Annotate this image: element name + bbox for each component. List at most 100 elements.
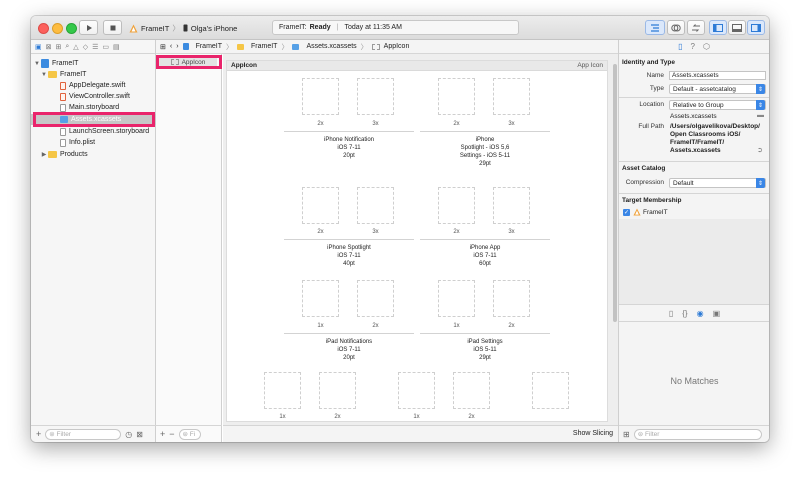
group-divider [284,131,414,132]
scale-label: 2x [468,414,475,420]
issue-tab-icon[interactable]: △ [73,43,78,51]
tree-item-viewcontroller[interactable]: ViewController.swift [31,91,156,102]
caption-line: 20pt [343,153,355,159]
grid-view-icon[interactable]: ⊞ [623,430,630,439]
tree-item-infoplist[interactable]: Info.plist [31,137,156,148]
tree-item-products[interactable]: ▶ Products [31,149,156,160]
close-window-button[interactable] [38,23,49,34]
vertical-scrollbar[interactable] [613,64,617,322]
disclosure-icon[interactable]: ▼ [33,61,41,67]
attributes-tab-icon[interactable]: ⬡ [703,42,710,51]
popup-value: Default - assetcatalog [673,85,736,93]
library-tabs: ▯ {} ◉ ▣ [619,306,769,320]
icon-slot-2x[interactable] [438,187,475,224]
icon-slot-2x[interactable] [319,372,356,409]
asset-item-appicon[interactable]: AppIcon [159,58,217,66]
disclosure-icon[interactable]: ▶ [40,151,48,158]
name-field[interactable]: Assets.xcassets [669,71,766,80]
appicon-set-icon [371,43,380,50]
tree-item-group[interactable]: ▼ FrameIT [31,69,156,80]
symbol-tab-icon[interactable]: ⊞ [56,43,62,51]
tree-item-launchscreen[interactable]: LaunchScreen.storyboard [31,126,156,137]
tree-item-project[interactable]: ▼ FrameIT [31,58,156,69]
toggle-debug-button[interactable] [728,20,746,35]
location-popup[interactable]: Relative to Group ⇕ [669,100,766,110]
show-slicing-button[interactable]: Show Slicing [573,430,613,437]
back-icon[interactable]: ‹ [170,43,172,50]
stop-button[interactable] [103,20,122,35]
add-icon[interactable]: + [36,429,41,439]
icon-slot[interactable] [532,372,569,409]
project-navigator-tab-icon[interactable]: ▣ [35,43,42,51]
compression-popup[interactable]: Default ⇕ [669,178,766,188]
group-divider [420,239,550,240]
tree-item-assets[interactable]: Assets.xcassets [31,114,156,125]
folder-icon [48,151,57,158]
quick-help-tab-icon[interactable]: ? [690,42,694,51]
icon-slot-2x[interactable] [357,280,394,317]
forward-icon[interactable]: › [176,43,178,50]
find-tab-icon[interactable]: ⌕ [65,43,69,51]
minimize-window-button[interactable] [52,23,63,34]
icon-slot-3x[interactable] [493,187,530,224]
scale-label: 2x [508,323,515,329]
folder-icon[interactable]: ▬ [757,112,764,119]
icon-slot-1x[interactable] [302,280,339,317]
standard-editor-button[interactable] [645,20,665,35]
zoom-window-button[interactable] [66,23,77,34]
group-caption: iPhone App iOS 7-11 60pt [420,244,550,268]
disclosure-icon[interactable]: ▼ [40,72,48,78]
icon-slot-2x[interactable] [493,280,530,317]
remove-asset-icon[interactable]: − [169,429,174,439]
run-button[interactable] [79,20,98,35]
breakpoint-tab-icon[interactable]: ▭ [102,43,109,51]
reveal-in-finder-icon[interactable]: ➲ [757,146,763,154]
scale-label: 2x [453,121,460,127]
toggle-inspector-button[interactable] [747,20,765,35]
navigator-filter-field[interactable]: ⊜ Filter [45,428,122,440]
asset-filter-field[interactable]: ⊜ Fi [178,428,201,440]
scale-label: 1x [317,323,324,329]
media-library-icon[interactable]: ▣ [713,309,721,318]
file-template-icon[interactable]: ▯ [669,309,673,318]
type-popup[interactable]: Default - assetcatalog ⇕ [669,84,766,94]
report-tab-icon[interactable]: ▤ [113,43,120,51]
tree-item-appdelegate[interactable]: AppDelegate.swift [31,80,156,91]
breadcrumb-catalog[interactable]: Assets.xcassets [306,43,356,50]
version-editor-button[interactable] [687,20,705,35]
icon-slot-3x[interactable] [493,78,530,115]
breadcrumb-appicon[interactable]: AppIcon [384,43,410,50]
scheme-selector[interactable]: FrameIT 〉 Olga's iPhone [129,21,237,35]
add-asset-icon[interactable]: + [160,429,165,439]
test-tab-icon[interactable]: ◇ [83,43,88,51]
library-filter-field[interactable]: ⊜ Filter [633,428,762,440]
tree-item-main-storyboard[interactable]: Main.storyboard [31,102,156,113]
icon-slot-2x[interactable] [438,78,475,115]
back-arrows-icon [692,23,700,32]
icon-slot-3x[interactable] [357,187,394,224]
scm-filter-icon[interactable]: ⊠ [136,430,143,439]
breadcrumb-project[interactable]: FrameIT [196,43,222,50]
play-icon [86,24,92,31]
breadcrumb-group[interactable]: FrameIT [251,43,277,50]
group-divider [284,333,414,334]
assistant-editor-button[interactable] [667,20,685,35]
toggle-navigator-button[interactable] [709,20,727,35]
filter-icon: ⊜ [49,431,57,438]
icon-slot-2x[interactable] [453,372,490,409]
icon-slot-1x[interactable] [398,372,435,409]
source-control-tab-icon[interactable]: ⊠ [46,43,52,51]
file-inspector-tab-icon[interactable]: ▯ [678,42,682,51]
code-snippet-icon[interactable]: {} [682,309,687,318]
icon-slot-3x[interactable] [357,78,394,115]
icon-slot-2x[interactable] [302,187,339,224]
icon-slot-1x[interactable] [264,372,301,409]
membership-checkbox[interactable]: ✓ [623,209,630,216]
venn-circles-icon [671,24,681,31]
icon-slot-2x[interactable] [302,78,339,115]
debug-tab-icon[interactable]: ☰ [92,43,98,51]
related-items-icon[interactable]: ⊞ [160,43,166,51]
object-library-icon[interactable]: ◉ [697,309,704,318]
recent-files-icon[interactable]: ◷ [125,430,132,439]
icon-slot-1x[interactable] [438,280,475,317]
